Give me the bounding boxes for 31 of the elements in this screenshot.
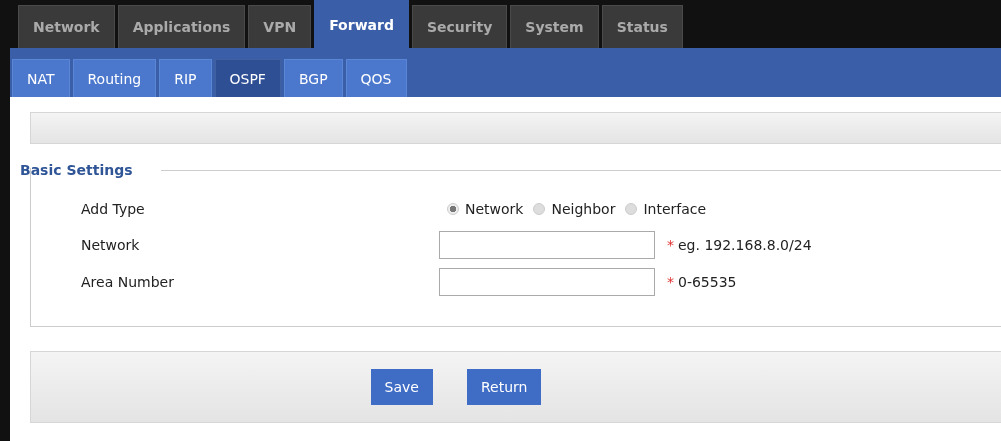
sub-tab[interactable]: NAT xyxy=(12,59,70,97)
input-field[interactable] xyxy=(439,268,655,296)
field-hint: eg. 192.168.8.0/24 xyxy=(678,237,812,253)
radio-label[interactable]: Network xyxy=(465,201,524,217)
radio-label[interactable]: Neighbor xyxy=(551,201,616,217)
main-tab[interactable]: Security xyxy=(411,5,508,48)
action-button[interactable]: Save xyxy=(370,369,433,405)
sub-tab[interactable]: QOS xyxy=(345,59,407,97)
required-mark: * xyxy=(667,237,674,253)
radio-button[interactable] xyxy=(625,203,638,215)
radio-button[interactable] xyxy=(533,203,546,215)
field-hint: 0-65535 xyxy=(678,274,737,290)
main-tab[interactable]: Applications xyxy=(117,5,246,48)
main-tab[interactable]: VPN xyxy=(248,5,312,48)
sub-tab[interactable]: Routing xyxy=(72,59,157,97)
radio-button[interactable] xyxy=(447,203,459,215)
sub-tab[interactable]: RIP xyxy=(159,59,212,97)
required-mark: * xyxy=(667,274,674,290)
field-label: Add Type xyxy=(81,201,146,217)
section-title: Basic Settings xyxy=(20,162,134,178)
radio-label[interactable]: Interface xyxy=(643,201,707,217)
field-label: Area Number xyxy=(81,274,175,290)
main-tab[interactable]: Status xyxy=(601,5,683,48)
field-label: Network xyxy=(81,237,141,253)
main-tab[interactable]: System xyxy=(510,5,599,48)
main-tab[interactable]: Forward xyxy=(314,0,409,48)
sub-tab[interactable]: OSPF xyxy=(214,59,281,97)
sub-tab[interactable]: BGP xyxy=(283,59,343,97)
main-tab[interactable]: Network xyxy=(18,5,115,48)
input-field[interactable] xyxy=(439,231,655,259)
action-button[interactable]: Return xyxy=(466,369,542,405)
